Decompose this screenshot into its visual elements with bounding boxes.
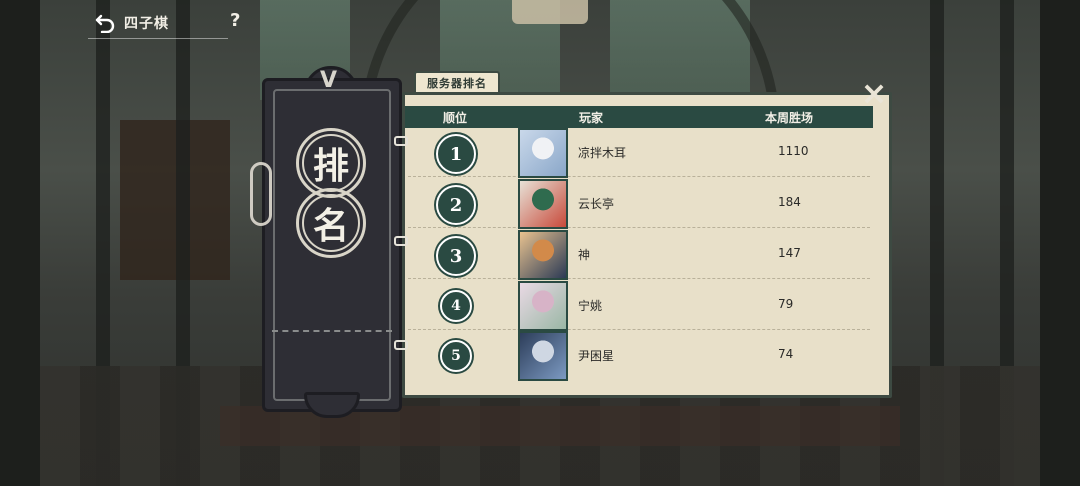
rank-badge: 1 [436, 134, 476, 174]
badge-circle-bottom: 名 [296, 188, 366, 258]
player-name: 尹困星 [578, 349, 615, 363]
help-icon[interactable]: ? [230, 10, 240, 31]
player-name: 神 [578, 248, 591, 262]
badge-char-2: 名 [302, 194, 360, 252]
header-rank: 顺位 [443, 110, 468, 125]
weekly-wins: 79 [778, 297, 794, 311]
weekly-wins: 1110 [778, 144, 809, 158]
panel-tab-server-ranking[interactable]: 服务器排名 [414, 71, 500, 93]
avatar[interactable] [518, 281, 568, 331]
table-row[interactable]: 2 云长亭 184 [408, 179, 870, 229]
header-wins: 本周胜场 [765, 110, 814, 125]
avatar[interactable] [518, 331, 568, 381]
binder-ring-icon [394, 136, 408, 146]
avatar[interactable] [518, 128, 568, 178]
table-header: 顺位 玩家 本周胜场 [405, 106, 873, 128]
rank-badge: 4 [440, 290, 472, 322]
table-row[interactable]: 4 宁姚 79 [408, 281, 870, 331]
weekly-wins: 74 [778, 347, 794, 361]
shelf-decoration [120, 120, 230, 280]
binder-ring-icon [394, 340, 408, 350]
back-arrow-icon[interactable] [92, 10, 118, 36]
header-player: 玩家 [579, 110, 604, 125]
divider [88, 38, 228, 39]
right-edge [1040, 0, 1080, 486]
avatar[interactable] [518, 179, 568, 229]
weekly-wins: 184 [778, 195, 801, 209]
weekly-wins: 147 [778, 246, 801, 260]
game-title: 四子棋 [124, 16, 169, 32]
avatar[interactable] [518, 230, 568, 280]
binder-ring-icon [394, 236, 408, 246]
table-row[interactable]: 3 神 147 [408, 230, 870, 280]
table-row[interactable]: 5 尹困星 74 [408, 331, 870, 381]
rank-badge: 3 [436, 236, 476, 276]
top-bar: 四子棋 [92, 8, 169, 38]
close-icon[interactable]: × [859, 77, 889, 109]
rank-badge: 5 [440, 340, 472, 372]
table-row[interactable]: 1 凉拌木耳 1110 [408, 128, 870, 178]
rank-badge: 2 [436, 185, 476, 225]
left-edge [0, 0, 40, 486]
badge-dashed-line [272, 330, 392, 332]
player-name: 宁姚 [578, 299, 603, 313]
paperclip-icon [250, 162, 272, 226]
badge-mark: V [320, 68, 338, 93]
lamp-decoration [512, 0, 588, 24]
player-name: 云长亭 [578, 197, 615, 211]
player-name: 凉拌木耳 [578, 146, 627, 160]
badge-char-1: 排 [302, 134, 360, 192]
